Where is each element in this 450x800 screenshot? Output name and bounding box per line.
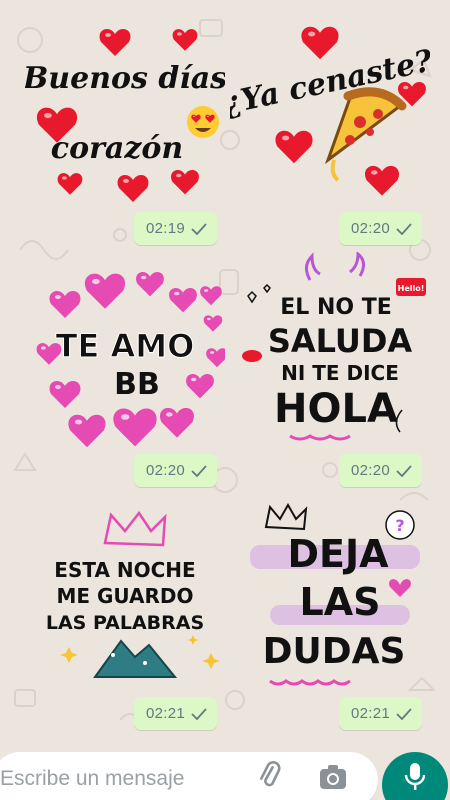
message-timestamp: 02:20 — [133, 454, 217, 487]
sticker-line: HOLA — [274, 386, 398, 432]
time-label: 02:21 — [350, 705, 390, 722]
sticker-line: TE AMO — [56, 327, 195, 365]
sticker-line: BB — [114, 367, 160, 402]
time-label: 02:20 — [350, 220, 390, 237]
sticker-line: LAS — [300, 580, 381, 624]
sticker-el-no-te-saluda: Hello! EL NO TE SALUDA NI TE DICE HOLA — [230, 252, 430, 452]
question-bubble: ? — [385, 510, 415, 540]
time-label: 02:19 — [145, 220, 185, 237]
sticker-line: NI TE DICE — [281, 361, 399, 385]
sticker-line: corazón — [51, 131, 183, 166]
camera-icon — [320, 765, 346, 789]
sticker-buenos-dias-corazon: Buenos días corazón — [25, 10, 225, 210]
message-timestamp: 02:19 — [133, 212, 217, 245]
check-icon — [396, 222, 412, 235]
mountains-icon — [93, 639, 178, 678]
message-timestamp: 02:20 — [338, 212, 422, 245]
check-icon — [396, 707, 412, 720]
sticker-line: Buenos días — [25, 61, 225, 96]
sticker-line: ME GUARDO — [56, 584, 193, 608]
sticker-te-amo-bb: TE AMO BB — [25, 252, 225, 452]
chat-messages: Buenos días corazón 02:19 ¿Ya cenaste? 0… — [0, 0, 450, 748]
message-input-bar — [0, 752, 450, 800]
sticker-line: SALUDA — [268, 322, 413, 360]
paperclip-icon — [260, 761, 281, 787]
message-timestamp: 02:20 — [338, 454, 422, 487]
check-icon — [191, 222, 207, 235]
sticker-message[interactable]: ESTA NOCHE ME GUARDO LAS PALABRAS 02:21 — [25, 495, 225, 730]
time-label: 02:21 — [145, 705, 185, 722]
camera-button[interactable] — [317, 762, 349, 792]
sticker-line: ¿Ya cenaste? — [230, 43, 430, 122]
sticker-message[interactable]: ¿Ya cenaste? 02:20 — [230, 10, 430, 245]
sticker-line: ESTA NOCHE — [54, 558, 195, 582]
heart-eyes-emoji-icon — [187, 106, 219, 138]
crown-icon — [264, 502, 308, 531]
sticker-line: DUDAS — [263, 631, 406, 672]
hello-badge: Hello! — [396, 278, 426, 296]
badge-label: Hello! — [398, 284, 425, 293]
time-label: 02:20 — [145, 462, 185, 479]
check-icon — [191, 464, 207, 477]
time-label: 02:20 — [350, 462, 390, 479]
message-timestamp: 02:21 — [133, 697, 217, 730]
sticker-line: LAS PALABRAS — [46, 612, 204, 634]
sticker-line: DEJA — [287, 532, 389, 576]
sticker-message[interactable]: Hello! EL NO TE SALUDA NI TE DICE HOLA 0… — [230, 252, 430, 487]
sticker-deja-las-dudas: ? DEJA LAS DUDAS — [230, 495, 430, 695]
check-icon — [396, 464, 412, 477]
check-icon — [191, 707, 207, 720]
attach-button[interactable] — [254, 760, 286, 792]
sticker-esta-noche: ESTA NOCHE ME GUARDO LAS PALABRAS — [25, 495, 225, 695]
message-input[interactable] — [0, 762, 230, 796]
microphone-icon — [404, 763, 426, 790]
sticker-line: EL NO TE — [280, 295, 392, 320]
message-timestamp: 02:21 — [338, 697, 422, 730]
sticker-message[interactable]: Buenos días corazón 02:19 — [25, 10, 225, 245]
voice-message-button[interactable] — [382, 752, 448, 800]
sticker-message[interactable]: ? DEJA LAS DUDAS 02:21 — [230, 495, 430, 730]
badge-label: ? — [395, 516, 404, 535]
composer — [0, 752, 378, 800]
sticker-message[interactable]: TE AMO BB 02:20 — [25, 252, 225, 487]
crown-icon — [103, 510, 167, 547]
sticker-ya-cenaste: ¿Ya cenaste? — [230, 10, 430, 210]
